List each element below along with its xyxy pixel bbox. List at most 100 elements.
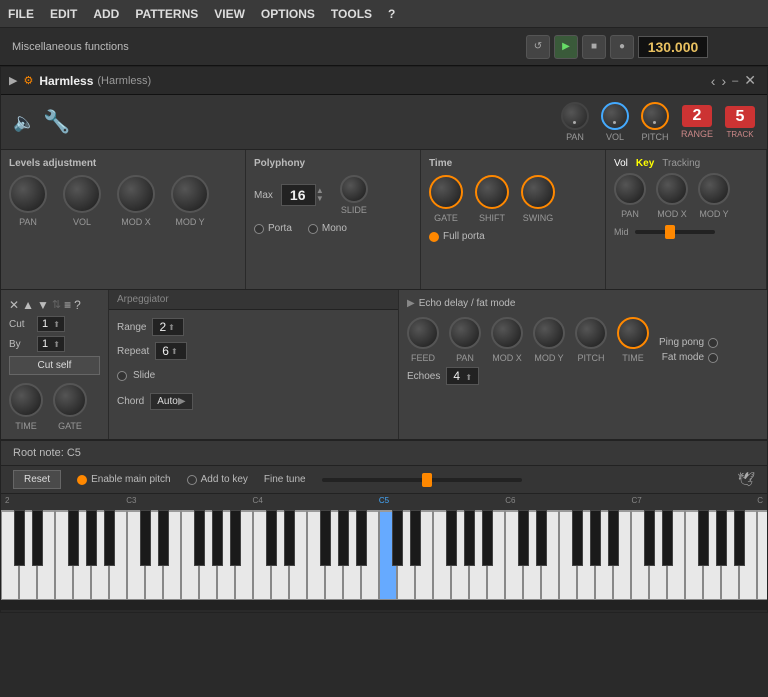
echo-pan-knob[interactable] bbox=[449, 317, 481, 349]
piano-black-key[interactable] bbox=[518, 510, 529, 566]
loop-button[interactable]: ↺ bbox=[526, 35, 550, 59]
porta-option[interactable]: Porta bbox=[254, 223, 292, 234]
prev-nav[interactable]: ‹ bbox=[711, 73, 716, 89]
group-list-btn[interactable]: ≡ bbox=[64, 298, 71, 312]
piano-black-key[interactable] bbox=[590, 510, 601, 566]
swing-knob[interactable] bbox=[521, 175, 555, 209]
piano-black-key[interactable] bbox=[32, 510, 43, 566]
menu-file[interactable]: FILE bbox=[0, 7, 42, 21]
chord-select[interactable]: Auto ▶ bbox=[150, 393, 192, 410]
group-close-btn[interactable]: ✕ bbox=[9, 298, 19, 312]
max-value-display[interactable]: 16 bbox=[281, 184, 316, 206]
piano-black-key[interactable] bbox=[356, 510, 367, 566]
mono-option[interactable]: Mono bbox=[308, 223, 347, 234]
vkt-modx-knob[interactable] bbox=[656, 173, 688, 205]
mid-slider[interactable] bbox=[635, 230, 715, 234]
cut-value[interactable]: 1 ⬆ bbox=[37, 316, 65, 332]
slide-radio[interactable] bbox=[117, 371, 127, 381]
piano-black-key[interactable] bbox=[320, 510, 331, 566]
key-tab[interactable]: Key bbox=[636, 158, 654, 169]
range-numbox[interactable]: 2 ⬆ bbox=[152, 318, 184, 336]
group-down-btn[interactable]: ▼ bbox=[37, 298, 49, 312]
piano-black-key[interactable] bbox=[14, 510, 25, 566]
bpm-display[interactable]: 130.000 bbox=[638, 36, 708, 58]
piano-black-key[interactable] bbox=[392, 510, 403, 566]
piano-black-key[interactable] bbox=[266, 510, 277, 566]
piano-black-key[interactable] bbox=[446, 510, 457, 566]
tracking-tab[interactable]: Tracking bbox=[662, 158, 700, 169]
piano-black-key[interactable] bbox=[464, 510, 475, 566]
level-vol-knob[interactable] bbox=[63, 175, 101, 213]
echo-feed-knob[interactable] bbox=[407, 317, 439, 349]
enable-pitch-radio[interactable] bbox=[77, 475, 87, 485]
group-time-knob[interactable] bbox=[9, 383, 43, 417]
gate-knob[interactable] bbox=[429, 175, 463, 209]
stop-button[interactable]: ■ bbox=[582, 35, 606, 59]
max-down-arrow[interactable]: ▼ bbox=[316, 195, 324, 203]
echoes-value[interactable]: 4 ⬆ bbox=[446, 367, 479, 385]
cut-self-button[interactable]: Cut self bbox=[9, 356, 100, 375]
menu-add[interactable]: ADD bbox=[85, 7, 127, 21]
top-vol-knob[interactable] bbox=[601, 102, 629, 130]
piano-white-key[interactable] bbox=[757, 510, 767, 600]
level-pan-knob[interactable] bbox=[9, 175, 47, 213]
piano-black-key[interactable] bbox=[572, 510, 583, 566]
piano-black-key[interactable] bbox=[338, 510, 349, 566]
fine-tune-slider[interactable] bbox=[322, 478, 522, 482]
menu-tools[interactable]: TOOLS bbox=[323, 7, 380, 21]
piano-black-key[interactable] bbox=[140, 510, 151, 566]
vkt-mody-knob[interactable] bbox=[698, 173, 730, 205]
reset-button[interactable]: Reset bbox=[13, 470, 61, 489]
speaker-icon[interactable]: 🔈 bbox=[13, 112, 35, 133]
add-to-key-radio[interactable] bbox=[187, 475, 197, 485]
settings-gear-icon[interactable]: ⚙ bbox=[23, 74, 33, 87]
piano-black-key[interactable] bbox=[158, 510, 169, 566]
piano-black-key[interactable] bbox=[698, 510, 709, 566]
piano-black-key[interactable] bbox=[212, 510, 223, 566]
piano-black-key[interactable] bbox=[230, 510, 241, 566]
group-help-btn[interactable]: ? bbox=[74, 298, 81, 312]
wrench-icon[interactable]: 🔧 bbox=[43, 109, 70, 135]
group-gate-knob[interactable] bbox=[53, 383, 87, 417]
next-nav[interactable]: › bbox=[721, 73, 726, 89]
echo-modx-knob[interactable] bbox=[491, 317, 523, 349]
fine-tune-thumb[interactable] bbox=[422, 473, 432, 487]
ping-pong-radio[interactable] bbox=[708, 338, 718, 348]
echo-time-knob[interactable] bbox=[617, 317, 649, 349]
piano-black-key[interactable] bbox=[194, 510, 205, 566]
piano-black-key[interactable] bbox=[536, 510, 547, 566]
menu-patterns[interactable]: PATTERNS bbox=[127, 7, 206, 21]
piano-black-key[interactable] bbox=[68, 510, 79, 566]
fat-mode-radio[interactable] bbox=[708, 353, 718, 363]
piano-keys-container[interactable] bbox=[1, 510, 767, 610]
vkt-pan-knob[interactable] bbox=[614, 173, 646, 205]
mono-radio[interactable] bbox=[308, 224, 318, 234]
slide-knob[interactable] bbox=[340, 175, 368, 203]
shift-knob[interactable] bbox=[475, 175, 509, 209]
by-value[interactable]: 1 ⬆ bbox=[37, 336, 65, 352]
play-button[interactable]: ▶ bbox=[554, 35, 578, 59]
piano-black-key[interactable] bbox=[608, 510, 619, 566]
piano-black-key[interactable] bbox=[734, 510, 745, 566]
piano-black-key[interactable] bbox=[284, 510, 295, 566]
menu-view[interactable]: VIEW bbox=[206, 7, 253, 21]
menu-edit[interactable]: EDIT bbox=[42, 7, 85, 21]
level-mody-knob[interactable] bbox=[171, 175, 209, 213]
echo-mody-knob[interactable] bbox=[533, 317, 565, 349]
piano-black-key[interactable] bbox=[410, 510, 421, 566]
repeat-numbox[interactable]: 6 ⬆ bbox=[155, 342, 187, 360]
close-button[interactable]: ✕ bbox=[744, 72, 756, 89]
collapse-arrow[interactable]: ▶ bbox=[9, 74, 17, 87]
range-display[interactable]: 2 bbox=[682, 105, 712, 127]
group-up-btn[interactable]: ▲ bbox=[22, 298, 34, 312]
record-button[interactable]: ● bbox=[610, 35, 634, 59]
piano-black-key[interactable] bbox=[644, 510, 655, 566]
menu-help[interactable]: ? bbox=[380, 7, 403, 21]
level-modx-knob[interactable] bbox=[117, 175, 155, 213]
vol-tab[interactable]: Vol bbox=[614, 158, 628, 169]
top-pan-knob[interactable] bbox=[561, 102, 589, 130]
porta-radio[interactable] bbox=[254, 224, 264, 234]
echo-pitch-knob[interactable] bbox=[575, 317, 607, 349]
piano-black-key[interactable] bbox=[104, 510, 115, 566]
minimize-button[interactable]: – bbox=[732, 75, 738, 87]
